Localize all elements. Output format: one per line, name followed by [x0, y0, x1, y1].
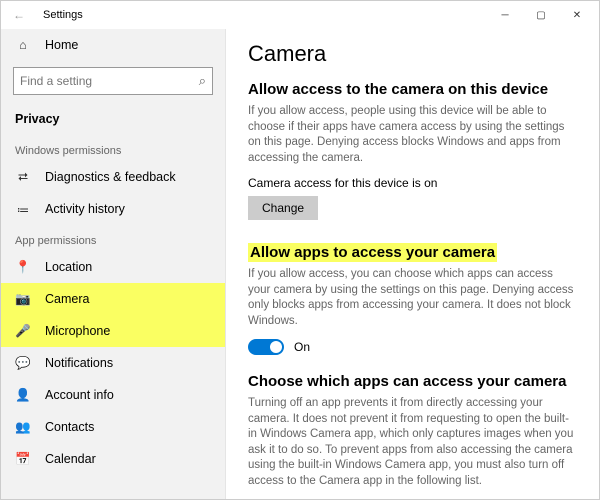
sidebar-item-camera[interactable]: 📷 Camera [1, 283, 225, 315]
activity-icon: ≔ [15, 202, 31, 217]
sidebar-item-label: Contacts [45, 420, 94, 434]
minimize-button[interactable]: ─ [487, 1, 523, 29]
close-button[interactable]: ✕ [559, 1, 595, 29]
sidebar-item-diagnostics[interactable]: ⮂ Diagnostics & feedback [1, 161, 225, 193]
sidebar-item-label: Microphone [45, 324, 110, 338]
section-heading-choose-apps: Choose which apps can access your camera [248, 373, 577, 390]
section-heading-app-access: Allow apps to access your camera [248, 244, 577, 261]
camera-icon: 📷 [15, 292, 31, 307]
maximize-button[interactable]: ▢ [523, 1, 559, 29]
sidebar-item-location[interactable]: 📍 Location [1, 251, 225, 283]
calendar-icon: 📅 [15, 452, 31, 467]
diagnostics-icon: ⮂ [15, 170, 31, 185]
page-title: Camera [248, 41, 577, 67]
sidebar-item-label: Diagnostics & feedback [45, 170, 176, 184]
window-title: Settings [43, 9, 83, 21]
sidebar-item-account-info[interactable]: 👤 Account info [1, 379, 225, 411]
sidebar-home[interactable]: ⌂ Home [1, 29, 225, 61]
device-access-status: Camera access for this device is on [248, 176, 577, 190]
sidebar-item-label: Notifications [45, 356, 113, 370]
contacts-icon: 👥 [15, 420, 31, 435]
sidebar-item-label: Account info [45, 388, 114, 402]
sidebar-item-microphone[interactable]: 🎤 Microphone [1, 315, 225, 347]
section-desc-app-access: If you allow access, you can choose whic… [248, 267, 577, 329]
titlebar: ← Settings ─ ▢ ✕ [1, 1, 599, 29]
sidebar-item-label: Calendar [45, 452, 96, 466]
sidebar-item-notifications[interactable]: 💬 Notifications [1, 347, 225, 379]
section-desc-choose-apps: Turning off an app prevents it from dire… [248, 396, 577, 489]
search-icon: ⌕ [199, 73, 206, 89]
microphone-icon: 🎤 [15, 324, 31, 339]
sidebar: ⌂ Home ⌕ Privacy Windows permissions ⮂ D… [1, 29, 226, 499]
section-windows-permissions: Windows permissions [1, 135, 225, 161]
sidebar-item-label: Camera [45, 292, 89, 306]
location-icon: 📍 [15, 260, 31, 275]
search-box[interactable]: ⌕ [13, 67, 213, 95]
section-desc-device-access: If you allow access, people using this d… [248, 104, 577, 166]
back-icon[interactable]: ← [5, 8, 33, 22]
home-icon: ⌂ [15, 38, 31, 52]
toggle-label: On [294, 340, 310, 354]
search-input[interactable] [20, 74, 199, 88]
app-access-toggle[interactable] [248, 339, 284, 355]
sidebar-home-label: Home [45, 38, 78, 52]
section-heading-device-access: Allow access to the camera on this devic… [248, 81, 577, 98]
notifications-icon: 💬 [15, 356, 31, 371]
sidebar-item-label: Activity history [45, 202, 125, 216]
settings-window: ← Settings ─ ▢ ✕ ⌂ Home ⌕ Privacy Window… [0, 0, 600, 500]
sidebar-item-label: Location [45, 260, 92, 274]
sidebar-item-contacts[interactable]: 👥 Contacts [1, 411, 225, 443]
sidebar-item-calendar[interactable]: 📅 Calendar [1, 443, 225, 475]
change-button[interactable]: Change [248, 196, 318, 220]
section-app-permissions: App permissions [1, 225, 225, 251]
account-icon: 👤 [15, 388, 31, 403]
sidebar-current-label: Privacy [15, 112, 59, 126]
sidebar-current: Privacy [1, 103, 225, 135]
sidebar-item-activity-history[interactable]: ≔ Activity history [1, 193, 225, 225]
content-area: Camera Allow access to the camera on thi… [226, 29, 599, 499]
